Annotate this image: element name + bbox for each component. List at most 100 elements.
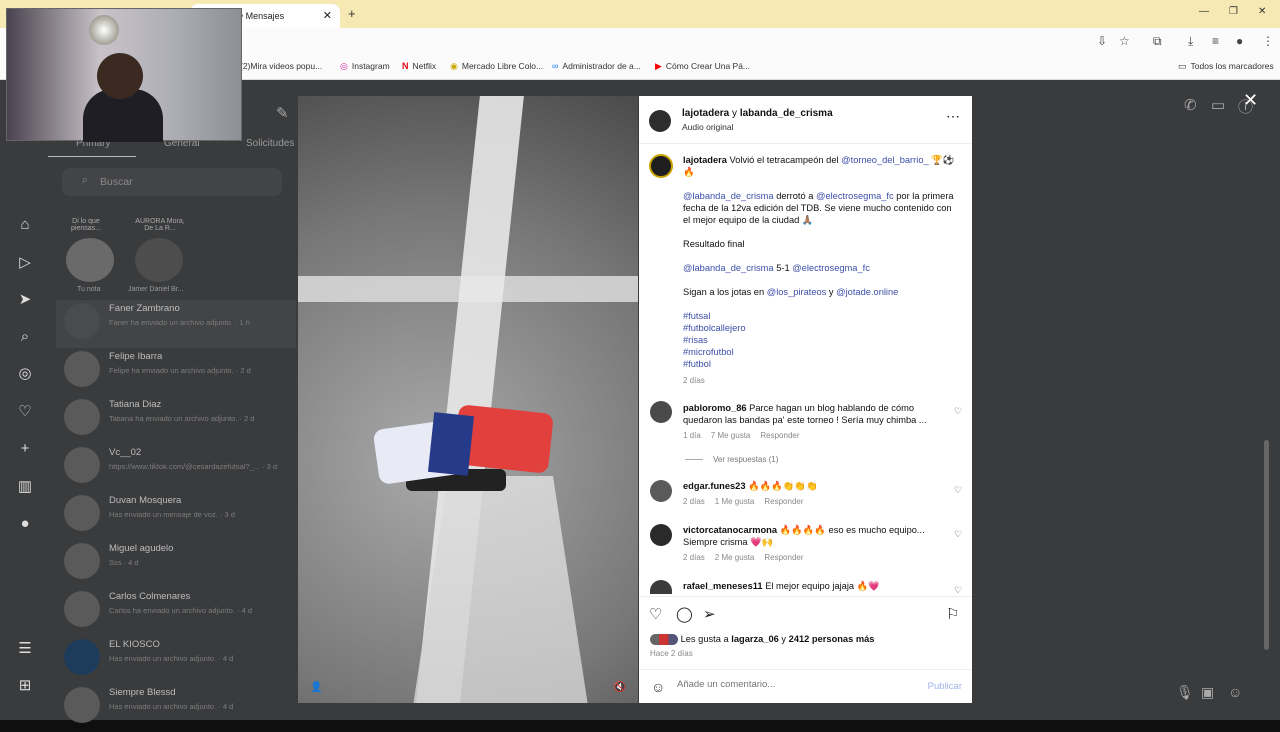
profile-icon[interactable]: ● [1236,34,1243,48]
avatar[interactable] [649,110,671,132]
note-bubble[interactable]: Di lo que piensas... [66,218,106,232]
home-icon[interactable]: ⌂ [16,216,34,234]
reply-button[interactable]: Responder [764,553,803,562]
all-bookmarks[interactable]: ▭ Todos los marcadores [1178,61,1274,72]
comment-user[interactable]: rafael_meneses11 [683,581,763,591]
list-item[interactable]: Carlos Colmenares Carlos ha enviado un ar… [56,588,296,636]
user-tag-icon[interactable]: 👤 [310,682,322,693]
list-item[interactable]: Felipe Ibarra Felipe ha enviado un archiv… [56,348,296,396]
bookmark-item[interactable]: ∞ Administrador de a... [552,61,641,71]
caption-user[interactable]: lajotadera [683,155,727,165]
avatar[interactable] [135,238,183,282]
post-video[interactable]: 👤 🔇 [298,96,638,703]
list-item[interactable]: Faner Zambrano Faner ha enviado un archiv… [56,300,296,348]
list-item[interactable]: Miguel agudelo Sss · 4 d [56,540,296,588]
hashtag-link[interactable]: #risas [683,334,958,346]
list-item[interactable]: Siempre Blessd Has enviado un archivo adj… [56,684,296,732]
install-icon[interactable]: ⇩ [1097,34,1107,48]
view-replies-button[interactable]: Ver respuestas (1) [685,455,778,464]
explore-icon[interactable]: ◎ [16,365,34,383]
more-menu-icon[interactable]: ☰ [16,640,34,658]
maximize-icon[interactable]: ❐ [1229,6,1238,17]
messages-icon[interactable]: ➤ [16,291,34,309]
publish-button[interactable]: Publicar [928,681,962,692]
like-comment-icon[interactable]: ♡ [954,406,962,417]
avatar[interactable] [66,238,114,282]
comment-user[interactable]: edgar.funes23 [683,481,746,491]
hashtag-link[interactable]: #futbolcallejero [683,322,958,334]
liker-link[interactable]: lagarza_06 [731,634,779,644]
video-call-icon[interactable]: ▭ [1211,96,1225,114]
comment-input[interactable] [677,679,897,690]
comment-user[interactable]: pabloromo_86 [683,403,747,413]
hashtag-link[interactable]: #microfutbol [683,346,958,358]
author-link[interactable]: lajotadera [682,108,729,119]
bookmark-item[interactable]: N Netflix [402,61,436,71]
star-icon[interactable]: ☆ [1119,34,1130,48]
scrollbar[interactable] [1264,440,1269,650]
mention-link[interactable]: @jotade.online [836,287,898,297]
image-icon[interactable]: ▣ [1201,684,1214,701]
notifications-icon[interactable]: ♡ [16,403,34,421]
list-item[interactable]: Tatiana Diaz Tatiana ha enviado un archiv… [56,396,296,444]
list-item[interactable]: EL KIOSCO Has enviado un archivo adjunto.… [56,636,296,684]
bookmark-item[interactable]: ▶ Cómo Crear Una Pá... [655,61,750,72]
menu-icon[interactable]: ⋮ [1262,34,1274,48]
emoji-icon[interactable]: ☺ [651,679,665,695]
like-icon[interactable]: ♡ [649,605,662,623]
reels-icon[interactable]: ▷ [16,254,34,272]
comment-likes[interactable]: 2 Me gusta [715,553,755,562]
comment-likes[interactable]: 7 Me gusta [711,431,751,440]
mention-link[interactable]: @labanda_de_crisma [683,263,774,273]
phone-icon[interactable]: ✆ [1184,96,1197,114]
mention-link[interactable]: @torneo_del_barrio_ [841,155,929,165]
reply-button[interactable]: Responder [760,431,799,440]
search-icon[interactable]: ⌕ [16,328,34,346]
reply-button[interactable]: Responder [764,497,803,506]
mention-link[interactable]: @electrosegma_fc [792,263,870,273]
mention-link[interactable]: @los_pirateos [767,287,827,297]
media-icon[interactable]: ≡ [1212,34,1219,48]
search-input[interactable]: ⌕ Buscar [62,168,282,196]
close-modal-icon[interactable]: ✕ [1243,90,1258,111]
download-icon[interactable]: ⤓ [1188,34,1193,49]
hashtag-link[interactable]: #futbol [683,358,958,370]
list-item[interactable]: Duvan Mosquera Has enviado un mensaje de … [56,492,296,540]
microphone-icon[interactable]: 🎙 [1176,684,1194,701]
profile-avatar-icon[interactable]: ● [16,515,34,533]
list-item[interactable]: Vc__02 https://www.tiktok.com/@cesardazef… [56,444,296,492]
extensions-icon[interactable]: ⧉ [1153,34,1162,49]
share-icon[interactable]: ➢ [703,605,716,623]
compose-icon[interactable]: ✎ [276,104,289,122]
avatar[interactable] [650,480,672,502]
more-options-icon[interactable]: ⋯ [946,108,960,125]
comment-likes[interactable]: 1 Me gusta [715,497,755,506]
threads-icon[interactable]: ⊞ [16,677,34,695]
dashboard-icon[interactable]: ▥ [16,478,34,496]
mention-link[interactable]: @labanda_de_crisma [683,191,774,201]
note-bubble[interactable]: AURORA Mora, De La R... [134,218,186,232]
create-icon[interactable]: + [16,440,34,458]
comment-icon[interactable]: ◯ [676,605,693,623]
tab-requests[interactable]: Solicitudes [246,138,294,149]
save-icon[interactable]: ⚐ [946,605,959,623]
avatar[interactable] [650,580,672,594]
audio-label[interactable]: Audio original [682,122,734,132]
bookmark-item[interactable]: (2)Mira videos popu... [240,61,322,71]
new-tab-icon[interactable]: + [348,6,356,21]
close-window-icon[interactable]: ✕ [1258,6,1266,17]
sticker-icon[interactable]: ☺ [1228,684,1242,700]
author-link[interactable]: labanda_de_crisma [740,108,833,119]
close-tab-icon[interactable]: ✕ [323,9,332,22]
bookmark-item[interactable]: ◎ Instagram [340,61,390,72]
like-comment-icon[interactable]: ♡ [954,585,962,596]
likes-count[interactable]: 2412 personas más [789,634,875,644]
mute-icon[interactable]: 🔇 [614,682,626,693]
likes-summary[interactable]: Les gusta a lagarza_06 y 2412 personas m… [650,634,875,646]
avatar[interactable] [650,401,672,423]
comment-user[interactable]: victorcatanocarmona [683,525,777,535]
mention-link[interactable]: @electrosegma_fc [816,191,894,201]
bookmark-item[interactable]: ◉ Mercado Libre Colo... [450,61,543,72]
minimize-icon[interactable]: — [1199,6,1209,17]
like-comment-icon[interactable]: ♡ [954,529,962,540]
